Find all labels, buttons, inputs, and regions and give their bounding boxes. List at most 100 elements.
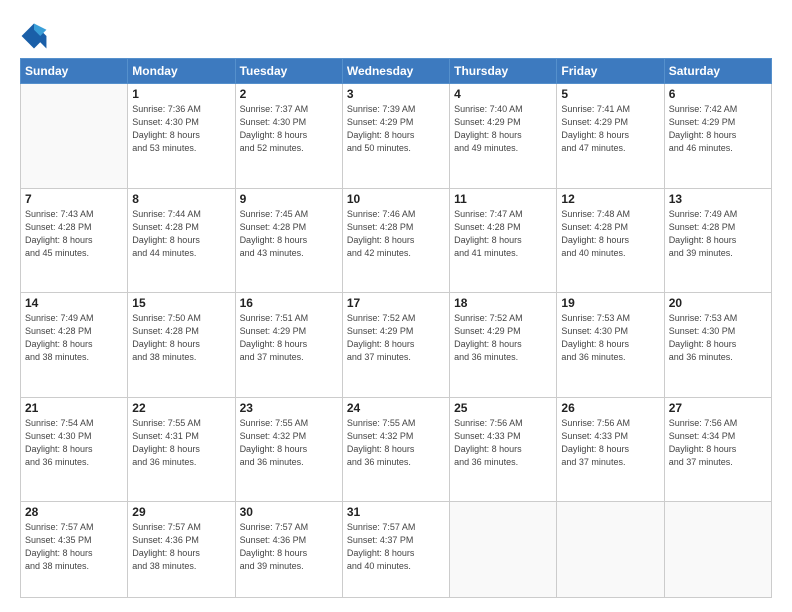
calendar-cell: 28 Sunrise: 7:57 AMSunset: 4:35 PMDayligh… <box>21 502 128 598</box>
day-info: Sunrise: 7:48 AMSunset: 4:28 PMDaylight:… <box>561 208 659 260</box>
day-number: 25 <box>454 401 552 415</box>
calendar-cell: 17 Sunrise: 7:52 AMSunset: 4:29 PMDayligh… <box>342 293 449 398</box>
calendar-cell: 23 Sunrise: 7:55 AMSunset: 4:32 PMDayligh… <box>235 397 342 502</box>
calendar-table: SundayMondayTuesdayWednesdayThursdayFrid… <box>20 58 772 598</box>
calendar-cell: 27 Sunrise: 7:56 AMSunset: 4:34 PMDayligh… <box>664 397 771 502</box>
calendar-cell: 18 Sunrise: 7:52 AMSunset: 4:29 PMDayligh… <box>450 293 557 398</box>
calendar-cell: 30 Sunrise: 7:57 AMSunset: 4:36 PMDayligh… <box>235 502 342 598</box>
calendar-cell: 5 Sunrise: 7:41 AMSunset: 4:29 PMDaylight… <box>557 84 664 189</box>
calendar-cell: 13 Sunrise: 7:49 AMSunset: 4:28 PMDayligh… <box>664 188 771 293</box>
day-info: Sunrise: 7:55 AMSunset: 4:32 PMDaylight:… <box>347 417 445 469</box>
weekday-header-thursday: Thursday <box>450 59 557 84</box>
day-number: 7 <box>25 192 123 206</box>
day-info: Sunrise: 7:57 AMSunset: 4:36 PMDaylight:… <box>240 521 338 573</box>
calendar-cell: 11 Sunrise: 7:47 AMSunset: 4:28 PMDayligh… <box>450 188 557 293</box>
calendar-cell: 20 Sunrise: 7:53 AMSunset: 4:30 PMDayligh… <box>664 293 771 398</box>
day-info: Sunrise: 7:50 AMSunset: 4:28 PMDaylight:… <box>132 312 230 364</box>
day-number: 19 <box>561 296 659 310</box>
day-number: 9 <box>240 192 338 206</box>
day-info: Sunrise: 7:55 AMSunset: 4:32 PMDaylight:… <box>240 417 338 469</box>
day-info: Sunrise: 7:52 AMSunset: 4:29 PMDaylight:… <box>347 312 445 364</box>
day-info: Sunrise: 7:47 AMSunset: 4:28 PMDaylight:… <box>454 208 552 260</box>
calendar-cell: 16 Sunrise: 7:51 AMSunset: 4:29 PMDayligh… <box>235 293 342 398</box>
calendar-cell <box>557 502 664 598</box>
calendar-cell: 12 Sunrise: 7:48 AMSunset: 4:28 PMDayligh… <box>557 188 664 293</box>
day-number: 17 <box>347 296 445 310</box>
calendar-cell: 15 Sunrise: 7:50 AMSunset: 4:28 PMDayligh… <box>128 293 235 398</box>
logo <box>20 22 52 50</box>
day-number: 4 <box>454 87 552 101</box>
day-number: 12 <box>561 192 659 206</box>
calendar-cell: 31 Sunrise: 7:57 AMSunset: 4:37 PMDayligh… <box>342 502 449 598</box>
day-info: Sunrise: 7:56 AMSunset: 4:33 PMDaylight:… <box>561 417 659 469</box>
weekday-header-monday: Monday <box>128 59 235 84</box>
day-number: 10 <box>347 192 445 206</box>
day-info: Sunrise: 7:56 AMSunset: 4:34 PMDaylight:… <box>669 417 767 469</box>
day-number: 18 <box>454 296 552 310</box>
day-info: Sunrise: 7:57 AMSunset: 4:35 PMDaylight:… <box>25 521 123 573</box>
day-number: 15 <box>132 296 230 310</box>
day-info: Sunrise: 7:52 AMSunset: 4:29 PMDaylight:… <box>454 312 552 364</box>
week-row-5: 28 Sunrise: 7:57 AMSunset: 4:35 PMDayligh… <box>21 502 772 598</box>
weekday-header-tuesday: Tuesday <box>235 59 342 84</box>
day-number: 31 <box>347 505 445 519</box>
calendar-cell: 9 Sunrise: 7:45 AMSunset: 4:28 PMDaylight… <box>235 188 342 293</box>
day-info: Sunrise: 7:49 AMSunset: 4:28 PMDaylight:… <box>25 312 123 364</box>
day-number: 16 <box>240 296 338 310</box>
day-number: 23 <box>240 401 338 415</box>
day-info: Sunrise: 7:43 AMSunset: 4:28 PMDaylight:… <box>25 208 123 260</box>
day-info: Sunrise: 7:53 AMSunset: 4:30 PMDaylight:… <box>561 312 659 364</box>
day-info: Sunrise: 7:40 AMSunset: 4:29 PMDaylight:… <box>454 103 552 155</box>
day-info: Sunrise: 7:57 AMSunset: 4:37 PMDaylight:… <box>347 521 445 573</box>
day-number: 29 <box>132 505 230 519</box>
weekday-header-friday: Friday <box>557 59 664 84</box>
day-number: 30 <box>240 505 338 519</box>
day-info: Sunrise: 7:56 AMSunset: 4:33 PMDaylight:… <box>454 417 552 469</box>
calendar-cell <box>450 502 557 598</box>
day-info: Sunrise: 7:44 AMSunset: 4:28 PMDaylight:… <box>132 208 230 260</box>
day-info: Sunrise: 7:42 AMSunset: 4:29 PMDaylight:… <box>669 103 767 155</box>
calendar-cell: 7 Sunrise: 7:43 AMSunset: 4:28 PMDaylight… <box>21 188 128 293</box>
calendar-cell: 6 Sunrise: 7:42 AMSunset: 4:29 PMDaylight… <box>664 84 771 189</box>
day-info: Sunrise: 7:46 AMSunset: 4:28 PMDaylight:… <box>347 208 445 260</box>
day-number: 13 <box>669 192 767 206</box>
day-info: Sunrise: 7:53 AMSunset: 4:30 PMDaylight:… <box>669 312 767 364</box>
day-number: 2 <box>240 87 338 101</box>
day-number: 11 <box>454 192 552 206</box>
week-row-1: 1 Sunrise: 7:36 AMSunset: 4:30 PMDaylight… <box>21 84 772 189</box>
calendar-cell: 26Sunrise: 7:56 AMSunset: 4:33 PMDayligh… <box>557 397 664 502</box>
day-number: 27 <box>669 401 767 415</box>
day-info: Sunrise: 7:54 AMSunset: 4:30 PMDaylight:… <box>25 417 123 469</box>
day-number: 20 <box>669 296 767 310</box>
day-number: 6 <box>669 87 767 101</box>
week-row-4: 21 Sunrise: 7:54 AMSunset: 4:30 PMDayligh… <box>21 397 772 502</box>
calendar-cell: 3Sunrise: 7:39 AMSunset: 4:29 PMDaylight… <box>342 84 449 189</box>
calendar-cell: 22Sunrise: 7:55 AMSunset: 4:31 PMDayligh… <box>128 397 235 502</box>
day-info: Sunrise: 7:37 AMSunset: 4:30 PMDaylight:… <box>240 103 338 155</box>
day-number: 8 <box>132 192 230 206</box>
calendar-cell: 4 Sunrise: 7:40 AMSunset: 4:29 PMDaylight… <box>450 84 557 189</box>
weekday-header-row: SundayMondayTuesdayWednesdayThursdayFrid… <box>21 59 772 84</box>
day-info: Sunrise: 7:41 AMSunset: 4:29 PMDaylight:… <box>561 103 659 155</box>
calendar-cell: 25 Sunrise: 7:56 AMSunset: 4:33 PMDayligh… <box>450 397 557 502</box>
day-number: 1 <box>132 87 230 101</box>
day-info: Sunrise: 7:45 AMSunset: 4:28 PMDaylight:… <box>240 208 338 260</box>
week-row-3: 14Sunrise: 7:49 AMSunset: 4:28 PMDayligh… <box>21 293 772 398</box>
weekday-header-sunday: Sunday <box>21 59 128 84</box>
calendar-cell <box>664 502 771 598</box>
day-info: Sunrise: 7:36 AMSunset: 4:30 PMDaylight:… <box>132 103 230 155</box>
day-number: 5 <box>561 87 659 101</box>
day-number: 24 <box>347 401 445 415</box>
day-number: 28 <box>25 505 123 519</box>
day-info: Sunrise: 7:49 AMSunset: 4:28 PMDaylight:… <box>669 208 767 260</box>
day-info: Sunrise: 7:51 AMSunset: 4:29 PMDaylight:… <box>240 312 338 364</box>
header <box>20 18 772 50</box>
day-info: Sunrise: 7:55 AMSunset: 4:31 PMDaylight:… <box>132 417 230 469</box>
weekday-header-saturday: Saturday <box>664 59 771 84</box>
day-number: 21 <box>25 401 123 415</box>
page: SundayMondayTuesdayWednesdayThursdayFrid… <box>0 0 792 612</box>
calendar-cell: 1 Sunrise: 7:36 AMSunset: 4:30 PMDaylight… <box>128 84 235 189</box>
calendar-cell: 8 Sunrise: 7:44 AMSunset: 4:28 PMDaylight… <box>128 188 235 293</box>
calendar-cell: 29Sunrise: 7:57 AMSunset: 4:36 PMDayligh… <box>128 502 235 598</box>
day-info: Sunrise: 7:39 AMSunset: 4:29 PMDaylight:… <box>347 103 445 155</box>
